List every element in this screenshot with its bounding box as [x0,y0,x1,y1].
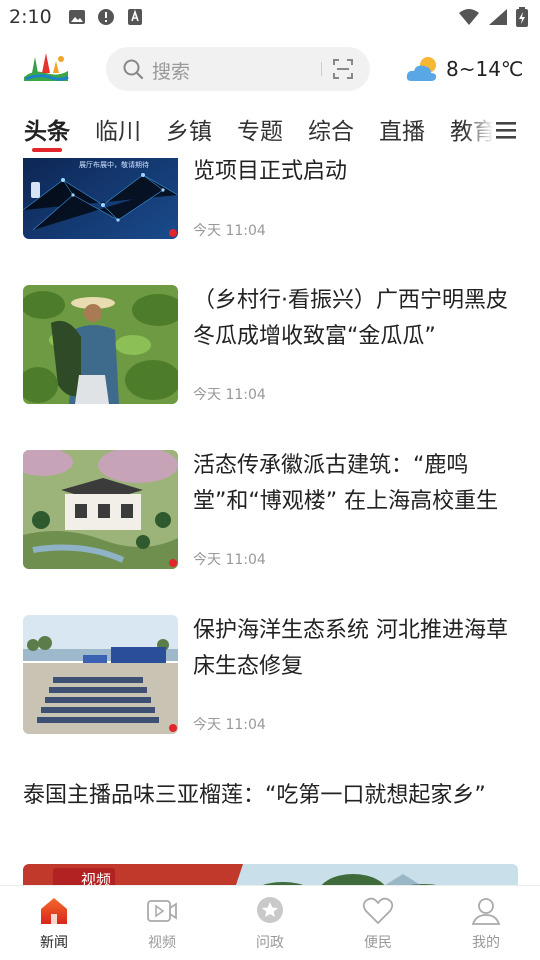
news-title[interactable]: 保护海洋生态系统 河北推进海草床生态修复 [193,613,518,685]
news-title[interactable]: 览项目正式启动 [193,158,518,190]
weather-temperature[interactable]: 8~14℃ [446,57,523,81]
news-time: 今天 11:04 [193,223,266,239]
notification-icons [68,8,144,26]
nav-label: 问政 [256,935,284,951]
heart-icon [362,896,394,926]
nav-label: 视频 [148,935,176,951]
nav-label: 我的 [472,935,500,951]
news-thumbnail [23,615,178,734]
nav-mine[interactable]: 我的 [432,886,540,960]
category-tabs: 头条 临川 乡镇 专题 综合 直播 教育 [0,102,540,158]
news-title[interactable]: 活态传承徽派古建筑：“鹿鸣堂”和“博观楼” 在上海高校重生 [193,448,518,520]
bottom-navigation: 新闻 视频 问政 便民 我的 [0,885,540,960]
news-thumbnail: 视频 [23,864,518,885]
news-title[interactable]: 泰国主播品味三亚榴莲：“吃第一口就想起家乡” [23,778,518,814]
news-time: 今天 11:04 [193,717,266,733]
search-divider [321,62,322,76]
nav-label: 新闻 [40,935,68,951]
tab-linchuan[interactable]: 临川 [95,112,141,146]
news-title[interactable]: （乡村行·看振兴）广西宁明黑皮冬瓜成增收致富“金瓜瓜” [193,283,518,355]
tab-zhuanti[interactable]: 专题 [237,112,283,146]
tab-xiangzhen[interactable]: 乡镇 [166,112,212,146]
status-time: 2:10 [9,6,52,28]
video-badge: 视频 [81,871,111,885]
menu-icon[interactable] [494,119,518,141]
nav-wenzheng[interactable]: 问政 [216,886,324,960]
news-thumbnail [23,450,178,569]
system-icons [458,7,528,31]
nav-bianmin[interactable]: 便民 [324,886,432,960]
news-time: 今天 11:04 [193,552,266,568]
user-icon [470,896,502,926]
thumbnail-caption: 展厅布展中，敬请期待 [79,160,149,169]
news-thumbnail [23,285,178,404]
news-thumbnail: 展厅布展中，敬请期待 [23,158,178,239]
tab-toutiao[interactable]: 头条 [24,112,70,146]
active-tab-indicator [32,148,62,152]
news-feed[interactable]: 展厅布展中，敬请期待 览项目正式启动 今天 11:04 （乡村行·看振兴）广西宁… [0,158,540,885]
tab-zhibo[interactable]: 直播 [379,112,425,146]
battery-charging-icon [516,7,528,31]
scan-icon[interactable] [332,58,354,80]
home-icon [38,896,70,926]
wifi-icon [458,8,480,30]
top-header: 搜索 8~14℃ [0,36,540,102]
nav-label: 便民 [364,935,392,951]
nav-video[interactable]: 视频 [108,886,216,960]
search-input[interactable]: 搜索 [152,57,190,84]
news-time: 今天 11:04 [193,387,266,403]
nav-news[interactable]: 新闻 [0,886,108,960]
app-logo[interactable] [22,51,70,83]
alert-icon [97,8,115,26]
signal-icon [488,8,508,30]
tab-zonghe[interactable]: 综合 [308,112,354,146]
partly-cloudy-icon[interactable] [405,54,443,84]
tab-overflow-fade [464,102,494,158]
video-icon [146,896,178,926]
search-bar[interactable]: 搜索 [106,47,370,91]
status-bar: 2:10 [0,0,540,36]
star-bubble-icon [254,896,286,926]
text-box-icon [126,8,144,26]
search-icon [122,58,144,80]
image-icon [68,8,86,26]
